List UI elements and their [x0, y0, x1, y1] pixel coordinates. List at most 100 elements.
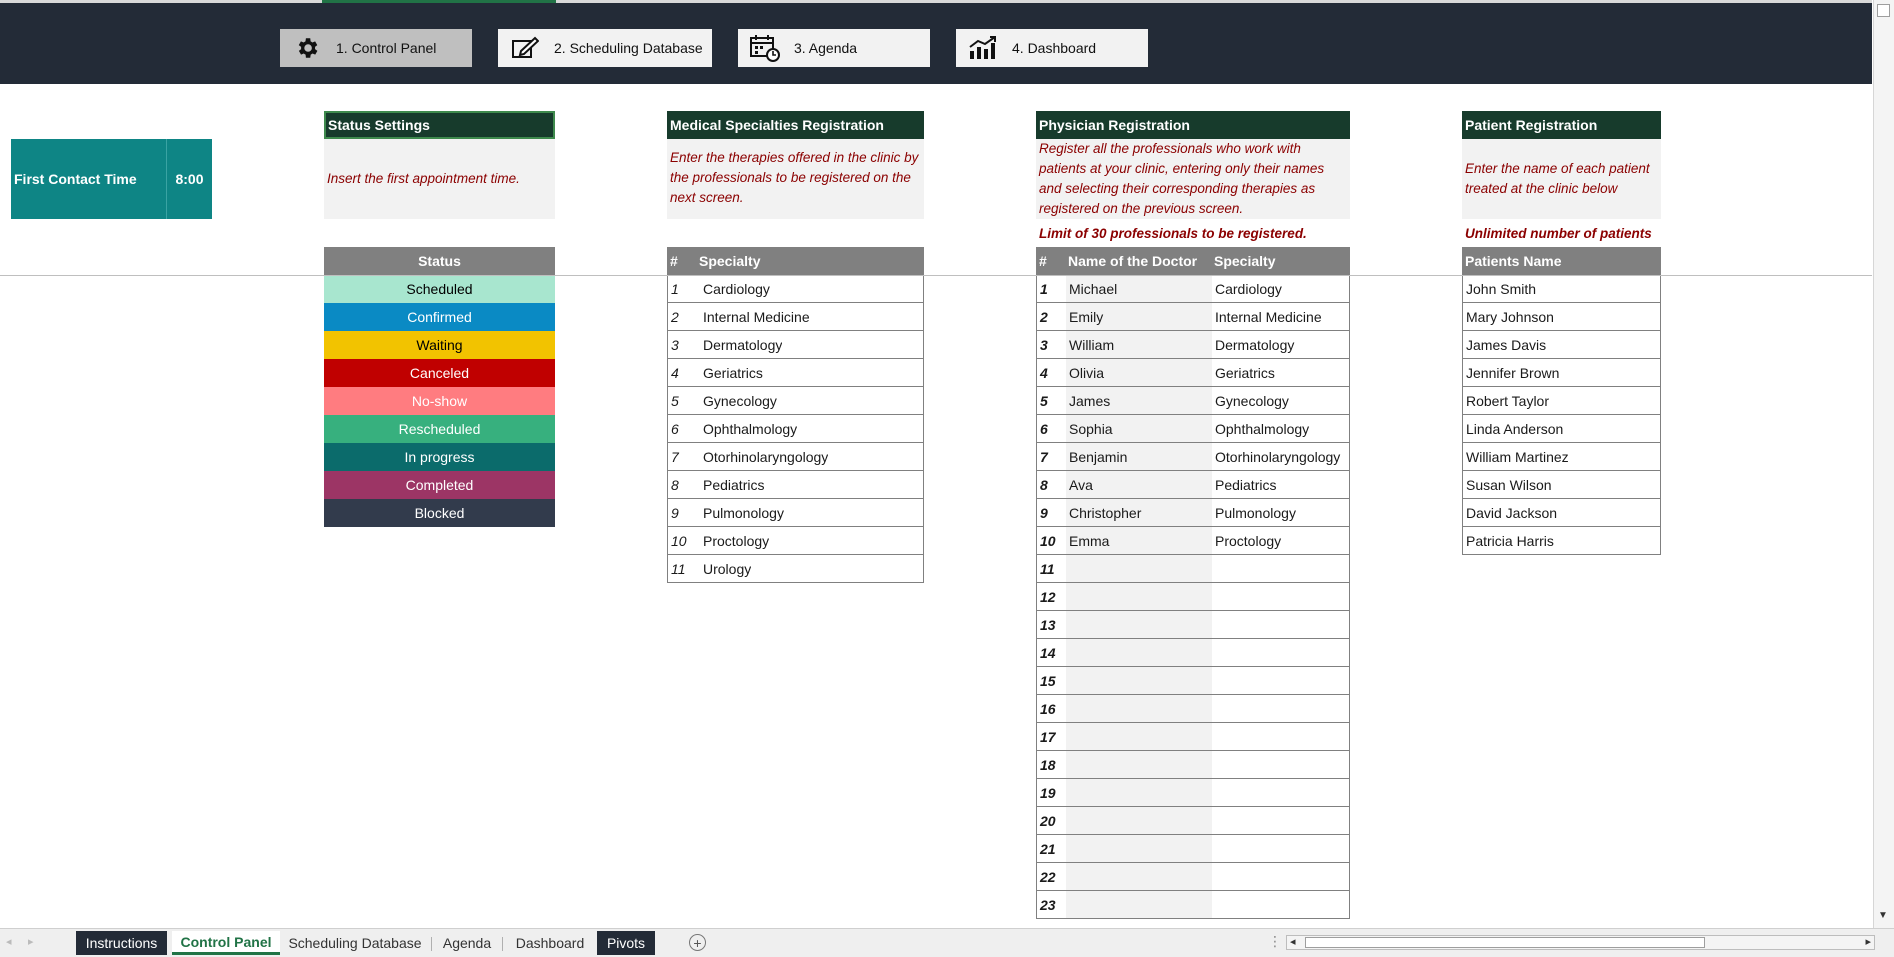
sheet-tab-dashboard[interactable]: Dashboard: [508, 931, 592, 955]
status-item[interactable]: Confirmed: [324, 303, 555, 331]
specialty-cell[interactable]: Pulmonology: [700, 499, 784, 526]
specialty-cell[interactable]: Proctology: [700, 527, 769, 554]
table-row[interactable]: 8 Pediatrics: [667, 471, 924, 499]
status-item[interactable]: Scheduled: [324, 275, 555, 303]
status-item[interactable]: In progress: [324, 443, 555, 471]
nav-dashboard-button[interactable]: 4. Dashboard: [956, 29, 1148, 67]
status-item[interactable]: Waiting: [324, 331, 555, 359]
specialty-cell[interactable]: Internal Medicine: [700, 303, 810, 330]
table-row[interactable]: 5 Gynecology: [667, 387, 924, 415]
table-row[interactable]: David Jackson: [1462, 499, 1661, 527]
doctor-specialty-cell[interactable]: [1212, 611, 1349, 638]
patient-name-cell[interactable]: Robert Taylor: [1463, 387, 1549, 414]
status-item[interactable]: Canceled: [324, 359, 555, 387]
table-row[interactable]: 23: [1036, 891, 1350, 919]
table-row[interactable]: 1 Cardiology: [667, 275, 924, 303]
status-settings-title[interactable]: Status Settings: [324, 111, 555, 139]
doctor-name-cell[interactable]: Ava: [1066, 471, 1212, 498]
table-row[interactable]: 3 William Dermatology: [1036, 331, 1350, 359]
doctor-name-cell[interactable]: [1066, 863, 1212, 890]
table-row[interactable]: Patricia Harris: [1462, 527, 1661, 555]
doctor-specialty-cell[interactable]: [1212, 583, 1349, 610]
doctor-specialty-cell[interactable]: [1212, 723, 1349, 750]
specialty-cell[interactable]: Otorhinolaryngology: [700, 443, 828, 470]
table-row[interactable]: 9 Christopher Pulmonology: [1036, 499, 1350, 527]
table-row[interactable]: 7 Otorhinolaryngology: [667, 443, 924, 471]
doctor-name-cell[interactable]: [1066, 891, 1212, 918]
patient-name-cell[interactable]: Jennifer Brown: [1463, 359, 1559, 386]
vertical-scrollbar[interactable]: ▼: [1873, 0, 1894, 928]
doctor-specialty-cell[interactable]: Dermatology: [1212, 331, 1349, 358]
doctor-specialty-cell[interactable]: Ophthalmology: [1212, 415, 1349, 442]
doctor-name-cell[interactable]: [1066, 723, 1212, 750]
doctor-specialty-cell[interactable]: [1212, 835, 1349, 862]
doctor-specialty-cell[interactable]: Gynecology: [1212, 387, 1349, 414]
scroll-left-icon[interactable]: ◂: [1290, 935, 1296, 948]
table-row[interactable]: 11 Urology: [667, 555, 924, 583]
sheet-tab-control-panel[interactable]: Control Panel: [172, 931, 280, 955]
table-row[interactable]: 13: [1036, 611, 1350, 639]
specialty-cell[interactable]: Pediatrics: [700, 471, 764, 498]
scroll-thumb[interactable]: [1877, 4, 1890, 17]
doctor-specialty-cell[interactable]: Geriatrics: [1212, 359, 1349, 386]
table-row[interactable]: Robert Taylor: [1462, 387, 1661, 415]
doctor-name-cell[interactable]: [1066, 779, 1212, 806]
table-row[interactable]: 18: [1036, 751, 1350, 779]
horizontal-scrollbar[interactable]: ◂ ▸: [1286, 935, 1875, 950]
doctor-name-cell[interactable]: Emily: [1066, 303, 1212, 330]
table-row[interactable]: 10 Proctology: [667, 527, 924, 555]
doctor-specialty-cell[interactable]: Otorhinolaryngology: [1212, 443, 1349, 470]
patient-name-cell[interactable]: Linda Anderson: [1463, 415, 1563, 442]
specialty-cell[interactable]: Cardiology: [700, 275, 770, 302]
status-item[interactable]: No-show: [324, 387, 555, 415]
doctor-specialty-cell[interactable]: [1212, 555, 1349, 582]
table-row[interactable]: Linda Anderson: [1462, 415, 1661, 443]
doctor-name-cell[interactable]: Christopher: [1066, 499, 1212, 526]
table-row[interactable]: 1 Michael Cardiology: [1036, 275, 1350, 303]
table-row[interactable]: 2 Internal Medicine: [667, 303, 924, 331]
doctor-specialty-cell[interactable]: [1212, 779, 1349, 806]
table-row[interactable]: 17: [1036, 723, 1350, 751]
horizontal-scroll-thumb[interactable]: [1305, 937, 1705, 948]
doctor-name-cell[interactable]: [1066, 583, 1212, 610]
doctor-name-cell[interactable]: James: [1066, 387, 1212, 414]
table-row[interactable]: 15: [1036, 667, 1350, 695]
doctor-name-cell[interactable]: Michael: [1066, 275, 1212, 302]
patient-name-cell[interactable]: John Smith: [1463, 275, 1536, 302]
nav-control-panel-button[interactable]: 1. Control Panel: [280, 29, 472, 67]
table-row[interactable]: 3 Dermatology: [667, 331, 924, 359]
doctor-name-cell[interactable]: [1066, 835, 1212, 862]
specialty-cell[interactable]: Ophthalmology: [700, 415, 797, 442]
tab-scroll-left-icon[interactable]: ◂: [6, 935, 12, 948]
doctor-specialty-cell[interactable]: [1212, 891, 1349, 918]
doctor-name-cell[interactable]: [1066, 611, 1212, 638]
status-item[interactable]: Completed: [324, 471, 555, 499]
doctor-name-cell[interactable]: [1066, 751, 1212, 778]
patient-name-cell[interactable]: David Jackson: [1463, 499, 1557, 526]
doctor-name-cell[interactable]: [1066, 639, 1212, 666]
table-row[interactable]: 9 Pulmonology: [667, 499, 924, 527]
table-row[interactable]: William Martinez: [1462, 443, 1661, 471]
doctor-specialty-cell[interactable]: [1212, 667, 1349, 694]
doctor-specialty-cell[interactable]: Pulmonology: [1212, 499, 1349, 526]
specialty-cell[interactable]: Gynecology: [700, 387, 777, 414]
table-row[interactable]: 4 Geriatrics: [667, 359, 924, 387]
status-item[interactable]: Rescheduled: [324, 415, 555, 443]
patient-name-cell[interactable]: Patricia Harris: [1463, 527, 1554, 554]
patient-name-cell[interactable]: Susan Wilson: [1463, 471, 1552, 498]
doctor-specialty-cell[interactable]: [1212, 639, 1349, 666]
doctor-specialty-cell[interactable]: Internal Medicine: [1212, 303, 1349, 330]
table-row[interactable]: 16: [1036, 695, 1350, 723]
doctor-name-cell[interactable]: [1066, 695, 1212, 722]
table-row[interactable]: 19: [1036, 779, 1350, 807]
sheet-tab-scheduling-database[interactable]: Scheduling Database: [284, 931, 426, 955]
doctor-specialty-cell[interactable]: [1212, 751, 1349, 778]
status-item[interactable]: Blocked: [324, 499, 555, 527]
tab-scroll-right-icon[interactable]: ▸: [28, 935, 34, 948]
tab-split-handle-icon[interactable]: ⋮: [1268, 933, 1282, 950]
specialty-cell[interactable]: Dermatology: [700, 331, 782, 358]
scroll-right-icon[interactable]: ▸: [1865, 935, 1871, 948]
nav-agenda-button[interactable]: 3. Agenda: [738, 29, 930, 67]
table-row[interactable]: Susan Wilson: [1462, 471, 1661, 499]
table-row[interactable]: 2 Emily Internal Medicine: [1036, 303, 1350, 331]
